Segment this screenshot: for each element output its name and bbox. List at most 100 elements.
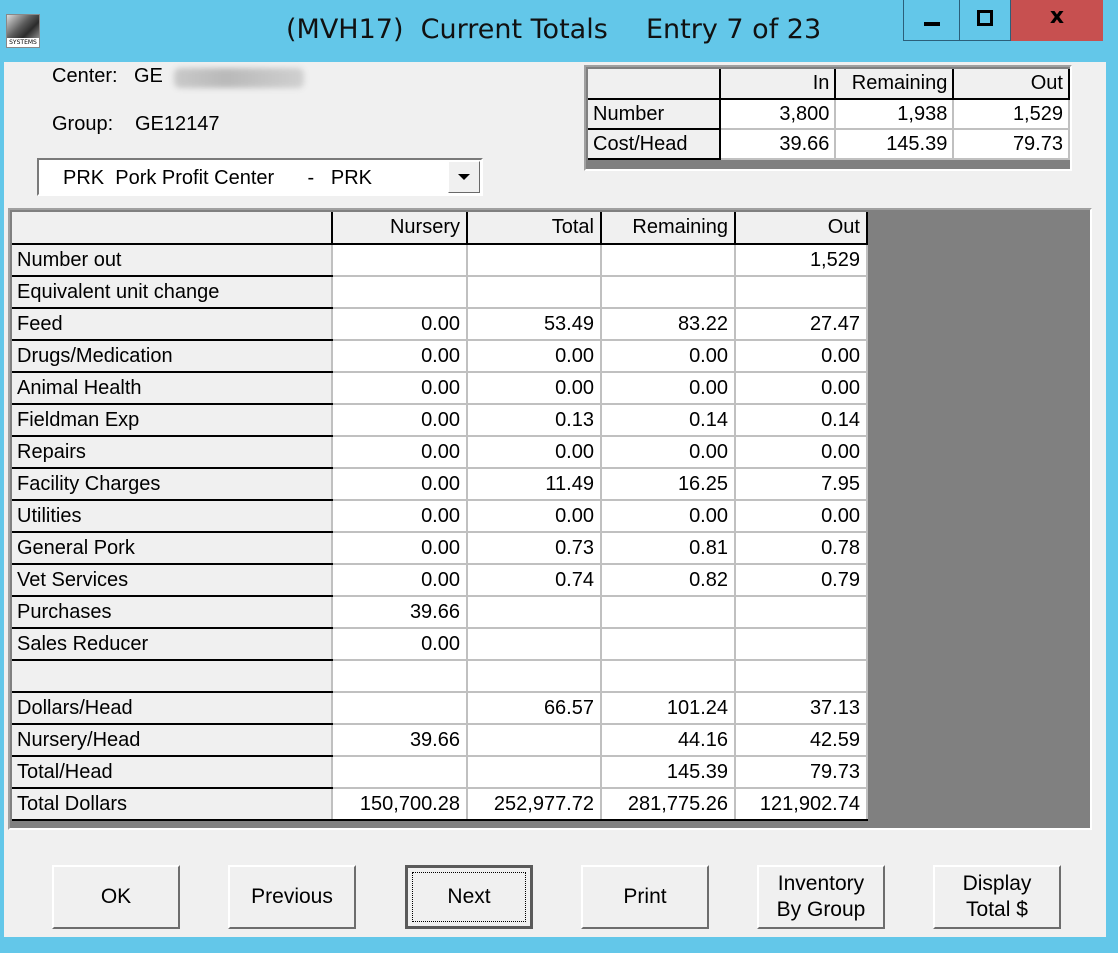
grid-cell[interactable]: 0.00 — [734, 499, 868, 533]
ok-button[interactable]: OK — [52, 865, 180, 929]
grid-cell[interactable]: 27.47 — [734, 307, 868, 341]
grid-cell[interactable] — [600, 659, 736, 693]
inventory-by-group-label: Inventory By Group — [776, 872, 866, 921]
grid-cell[interactable]: 39.66 — [331, 595, 468, 629]
grid-cell[interactable]: 0.00 — [600, 371, 736, 405]
grid-cell[interactable]: 150,700.28 — [331, 787, 468, 821]
profit-center-select[interactable]: PRK Pork Profit Center - PRK — [37, 158, 483, 196]
grid-row: General Pork 0.00 0.73 0.81 0.78 — [12, 531, 868, 565]
grid-row-label: Utilities — [12, 500, 333, 533]
close-button[interactable]: x — [1011, 0, 1103, 41]
grid-cell[interactable] — [466, 595, 602, 629]
grid-cell[interactable]: 0.00 — [734, 339, 868, 373]
grid-cell[interactable]: 0.00 — [600, 499, 736, 533]
grid-cell[interactable] — [331, 275, 468, 309]
next-button[interactable]: Next — [405, 865, 533, 929]
grid-corner — [12, 212, 333, 245]
grid-cell[interactable] — [466, 723, 602, 757]
window-controls: x — [903, 0, 1103, 42]
grid-cell[interactable]: 53.49 — [466, 307, 602, 341]
grid-row: Sales Reducer 0.00 — [12, 627, 868, 661]
grid-cell[interactable]: 0.00 — [734, 435, 868, 469]
grid-cell[interactable]: 281,775.26 — [600, 787, 736, 821]
grid-cell[interactable]: 44.16 — [600, 723, 736, 757]
grid-cell[interactable]: 1,529 — [734, 243, 868, 277]
grid-row-label: Feed — [12, 308, 333, 341]
grid-cell[interactable]: 101.24 — [600, 691, 736, 725]
grid-cell[interactable] — [331, 755, 468, 789]
grid-cell[interactable] — [331, 243, 468, 277]
grid-cell[interactable] — [466, 755, 602, 789]
grid-cell[interactable]: 39.66 — [331, 723, 468, 757]
grid-cell[interactable]: 0.00 — [466, 499, 602, 533]
grid-cell[interactable]: 0.00 — [331, 371, 468, 405]
grid-cell[interactable]: 7.95 — [734, 467, 868, 501]
grid-cell[interactable] — [734, 659, 868, 693]
grid-cell[interactable] — [331, 691, 468, 725]
grid-row: Drugs/Medication 0.00 0.00 0.00 0.00 — [12, 339, 868, 373]
grid-cell[interactable]: 83.22 — [600, 307, 736, 341]
grid-cell[interactable]: 0.74 — [466, 563, 602, 597]
grid-cell[interactable]: 0.82 — [600, 563, 736, 597]
grid-cell[interactable]: 0.00 — [466, 339, 602, 373]
maximize-button[interactable] — [959, 0, 1011, 41]
grid-cell[interactable]: 0.00 — [331, 531, 468, 565]
grid-row: Repairs 0.00 0.00 0.00 0.00 — [12, 435, 868, 469]
grid-cell[interactable]: 0.14 — [734, 403, 868, 437]
grid-cell[interactable] — [734, 595, 868, 629]
grid-cell[interactable]: 0.14 — [600, 403, 736, 437]
grid-cell[interactable]: 37.13 — [734, 691, 868, 725]
grid-cell[interactable] — [600, 595, 736, 629]
grid-cell[interactable]: 0.00 — [466, 371, 602, 405]
grid-cell[interactable]: 0.00 — [600, 435, 736, 469]
grid-cell[interactable]: 0.00 — [331, 627, 468, 661]
grid-cell[interactable]: 0.13 — [466, 403, 602, 437]
grid-cell[interactable]: 0.79 — [734, 563, 868, 597]
grid-cell[interactable]: 79.73 — [734, 755, 868, 789]
grid-cell[interactable]: 11.49 — [466, 467, 602, 501]
previous-button[interactable]: Previous — [228, 865, 356, 929]
summary-table: In Remaining Out Number 3,800 1,938 1,52… — [584, 65, 1072, 171]
summary-header-row: In Remaining Out — [588, 69, 1070, 100]
grid-cell[interactable]: 121,902.74 — [734, 787, 868, 821]
grid-cell[interactable]: 0.00 — [734, 371, 868, 405]
grid-cell[interactable]: 0.00 — [331, 563, 468, 597]
grid-col-header-nursery: Nursery — [332, 212, 468, 245]
dialog-client-area: Center: GE Group: GE12147 PRK Pork Profi… — [4, 62, 1106, 937]
grid-cell[interactable] — [734, 627, 868, 661]
grid-cell[interactable]: 0.81 — [600, 531, 736, 565]
print-button[interactable]: Print — [581, 865, 709, 929]
grid-cell[interactable]: 0.00 — [331, 499, 468, 533]
grid-cell[interactable] — [331, 659, 468, 693]
app-icon[interactable]: SYSTEMS — [6, 14, 40, 48]
grid-cell[interactable]: 0.00 — [331, 339, 468, 373]
grid-cell[interactable] — [466, 627, 602, 661]
grid-cell[interactable] — [600, 627, 736, 661]
grid-cell[interactable] — [466, 275, 602, 309]
profit-center-dropdown-button[interactable] — [448, 161, 480, 193]
grid-cell[interactable]: 0.00 — [600, 339, 736, 373]
grid-cell[interactable] — [734, 275, 868, 309]
grid-cell[interactable]: 145.39 — [600, 755, 736, 789]
grid-cell[interactable]: 252,977.72 — [466, 787, 602, 821]
grid-cell[interactable]: 42.59 — [734, 723, 868, 757]
grid-cell[interactable]: 66.57 — [466, 691, 602, 725]
grid-cell[interactable] — [600, 275, 736, 309]
grid-cell[interactable]: 0.00 — [466, 435, 602, 469]
totals-grid[interactable]: Nursery Total Remaining Out Number out 1,… — [8, 208, 1092, 830]
grid-cell[interactable]: 0.73 — [466, 531, 602, 565]
previous-label: Previous — [251, 885, 333, 908]
minimize-button[interactable] — [903, 0, 959, 41]
grid-cell[interactable] — [466, 243, 602, 277]
grid-cell[interactable] — [600, 243, 736, 277]
grid-cell[interactable]: 0.00 — [331, 307, 468, 341]
grid-cell[interactable] — [466, 659, 602, 693]
grid-cell[interactable]: 16.25 — [600, 467, 736, 501]
grid-cell[interactable]: 0.78 — [734, 531, 868, 565]
grid-cell[interactable]: 0.00 — [331, 467, 468, 501]
display-total-button[interactable]: Display Total $ — [933, 865, 1061, 929]
grid-cell[interactable]: 0.00 — [331, 435, 468, 469]
grid-row: Nursery/Head 39.66 44.16 42.59 — [12, 723, 868, 757]
inventory-by-group-button[interactable]: Inventory By Group — [757, 865, 885, 929]
grid-cell[interactable]: 0.00 — [331, 403, 468, 437]
